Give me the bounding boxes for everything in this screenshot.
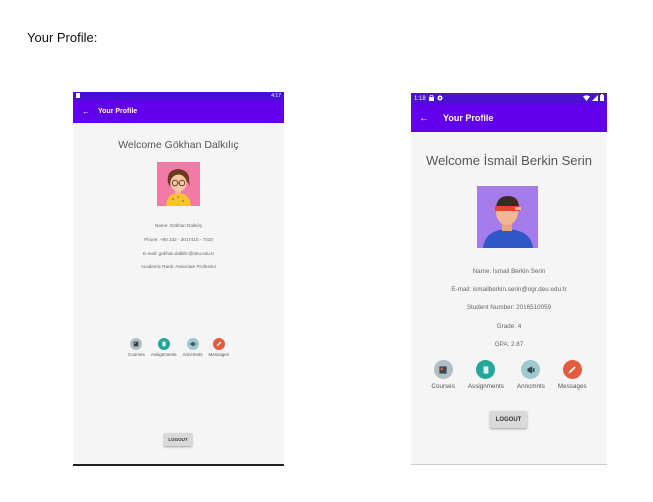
- back-arrow-icon[interactable]: ←: [419, 113, 429, 124]
- nav-assignments[interactable]: Assignments: [468, 360, 504, 390]
- messages-icon: [562, 360, 582, 379]
- app-bar: ← Your Profile: [73, 100, 284, 123]
- wifi-icon: [583, 94, 590, 103]
- info-name: Name: İsmail Berkin Serin: [472, 268, 546, 275]
- status-time: 1:18: [414, 95, 426, 102]
- status-time: 4:17: [271, 93, 281, 99]
- info-gpa: GPA: 2.87: [494, 341, 524, 348]
- nav-announcements[interactable]: Anncmnts: [183, 338, 203, 357]
- document-heading: Your Profile:: [27, 30, 98, 45]
- back-arrow-icon[interactable]: ←: [82, 107, 90, 116]
- app-bar-title: Your Profile: [443, 113, 494, 123]
- nav-announcements-label: Anncmnts: [516, 383, 545, 390]
- nav-messages-label: Messages: [208, 352, 230, 357]
- assignments-icon: [157, 338, 170, 350]
- logout-button[interactable]: LOGOUT: [490, 411, 527, 428]
- info-email: E-mail: ismailberkin.serin@ogr.deu.edu.t…: [451, 286, 567, 293]
- nav-courses[interactable]: Courses: [431, 360, 455, 390]
- courses-icon: [130, 338, 143, 350]
- app-bar: ← Your Profile: [411, 104, 607, 132]
- messages-icon: [212, 338, 225, 350]
- info-academic-rank: Academic Rank: Associate Professor: [140, 264, 217, 269]
- nav-assignments[interactable]: Assignments: [151, 338, 177, 357]
- bottom-navigation: Courses Assignments Anncmnts Messages: [411, 360, 607, 390]
- logout-button[interactable]: LOGOUT: [164, 433, 192, 446]
- phone-screen-student: 1:18 ← Your Profile Welcome İsmail Berki…: [411, 93, 607, 465]
- welcome-message: Welcome İsmail Berkin Serin: [426, 153, 592, 168]
- student-avatar: [477, 186, 538, 248]
- nav-messages[interactable]: Messages: [558, 360, 587, 390]
- info-email: E-mail: gokhan.dalkilic@deu.edu.tr: [142, 251, 215, 256]
- battery-icon: [600, 94, 604, 103]
- nav-assignments-label: Assignments: [467, 383, 504, 390]
- nav-announcements[interactable]: Anncmnts: [517, 360, 545, 390]
- nav-messages-label: Messages: [557, 383, 587, 390]
- nav-messages[interactable]: Messages: [208, 338, 230, 357]
- welcome-message: Welcome Gökhan Dalkılıç: [118, 139, 239, 151]
- status-bar: 1:18: [411, 93, 607, 104]
- info-phone: Phone: +90 232 - 3017410 - 7410: [144, 237, 213, 242]
- nav-announcements-label: Anncmnts: [182, 352, 203, 357]
- courses-icon: [433, 360, 453, 379]
- teacher-avatar: [157, 162, 200, 206]
- announcements-icon: [521, 360, 541, 379]
- settings-icon: [437, 95, 443, 103]
- nav-courses-label: Courses: [127, 352, 145, 357]
- sim-icon: [76, 92, 80, 100]
- announcements-icon: [186, 338, 199, 350]
- nav-courses-label: Courses: [431, 383, 455, 390]
- app-bar-title: Your Profile: [98, 108, 138, 115]
- lock-icon: [428, 94, 434, 103]
- bottom-navigation: Courses Assignments Anncmnts Messages: [73, 338, 284, 357]
- nav-courses[interactable]: Courses: [128, 338, 145, 357]
- assignments-icon: [476, 360, 496, 379]
- info-name: Name: Gökhan Dalkılıç: [154, 223, 203, 228]
- info-grade: Grade: 4: [496, 323, 522, 330]
- nav-assignments-label: Assignments: [150, 352, 177, 357]
- status-bar: 4:17: [73, 92, 284, 100]
- phone-screen-teacher: 4:17 ← Your Profile Welcome Gökhan Dalkı…: [73, 92, 284, 466]
- signal-icon: [592, 94, 598, 103]
- info-student-number: Student Number: 2016510059: [466, 304, 552, 311]
